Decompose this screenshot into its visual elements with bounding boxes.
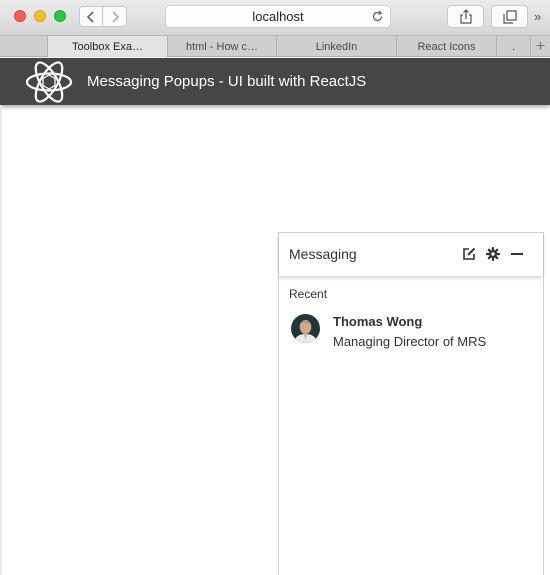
recent-section-label: Recent <box>289 287 328 301</box>
tab-strip: Toolbox Exa… html - How c… LinkedIn Reac… <box>0 35 550 57</box>
react-atom-icon <box>25 61 73 103</box>
zoom-window-button[interactable] <box>54 10 66 22</box>
tab-label: . <box>511 40 516 53</box>
page-left-border <box>0 105 2 575</box>
app-header: Messaging Popups - UI built with ReactJS <box>0 58 550 105</box>
share-icon <box>459 9 472 24</box>
tab-label: html - How c… <box>185 40 259 53</box>
toolbar-overflow-icon[interactable]: » <box>534 9 541 24</box>
contact-role: Managing Director of MRS <box>333 334 487 349</box>
tab-label: Toolbox Exa… <box>72 40 143 53</box>
tab-blank <box>0 36 48 57</box>
tab-toolbox[interactable]: Toolbox Exa… <box>48 36 168 57</box>
address-text: localhost <box>252 9 304 24</box>
tabs-overview-icon <box>502 9 517 24</box>
contact-item[interactable]: Thomas Wong Managing Director of MRS <box>291 313 531 353</box>
tab-extra[interactable]: . <box>497 36 531 57</box>
reload-icon[interactable] <box>371 10 384 23</box>
plus-icon: + <box>535 37 546 55</box>
chevron-left-icon <box>86 10 94 23</box>
avatar <box>291 314 320 343</box>
minimize-icon[interactable] <box>509 246 525 262</box>
contact-name: Thomas Wong <box>333 314 423 329</box>
messaging-panel: Messaging Recent Thomas Wong Managing Di… <box>278 232 544 575</box>
forward-button[interactable] <box>103 6 127 27</box>
chevron-right-icon <box>111 10 119 23</box>
compose-icon[interactable] <box>461 246 477 262</box>
show-tabs-button[interactable] <box>491 5 528 28</box>
back-button[interactable] <box>79 6 103 27</box>
tab-html-question[interactable]: html - How c… <box>168 36 277 57</box>
gear-icon[interactable] <box>485 246 501 262</box>
messaging-header[interactable]: Messaging <box>279 233 543 276</box>
close-window-button[interactable] <box>14 10 26 22</box>
share-button[interactable] <box>447 5 484 28</box>
browser-titlebar: localhost » <box>0 0 550 35</box>
tab-linkedin[interactable]: LinkedIn <box>277 36 397 57</box>
page-title: Messaging Popups - UI built with ReactJS <box>87 73 367 90</box>
tab-label: React Icons <box>417 40 476 53</box>
new-tab-button[interactable]: + <box>531 36 550 57</box>
minimize-window-button[interactable] <box>34 10 46 22</box>
tab-label: LinkedIn <box>315 40 358 53</box>
address-bar[interactable]: localhost <box>165 5 391 28</box>
tab-react-icons[interactable]: React Icons <box>397 36 497 57</box>
messaging-title: Messaging <box>289 246 357 262</box>
